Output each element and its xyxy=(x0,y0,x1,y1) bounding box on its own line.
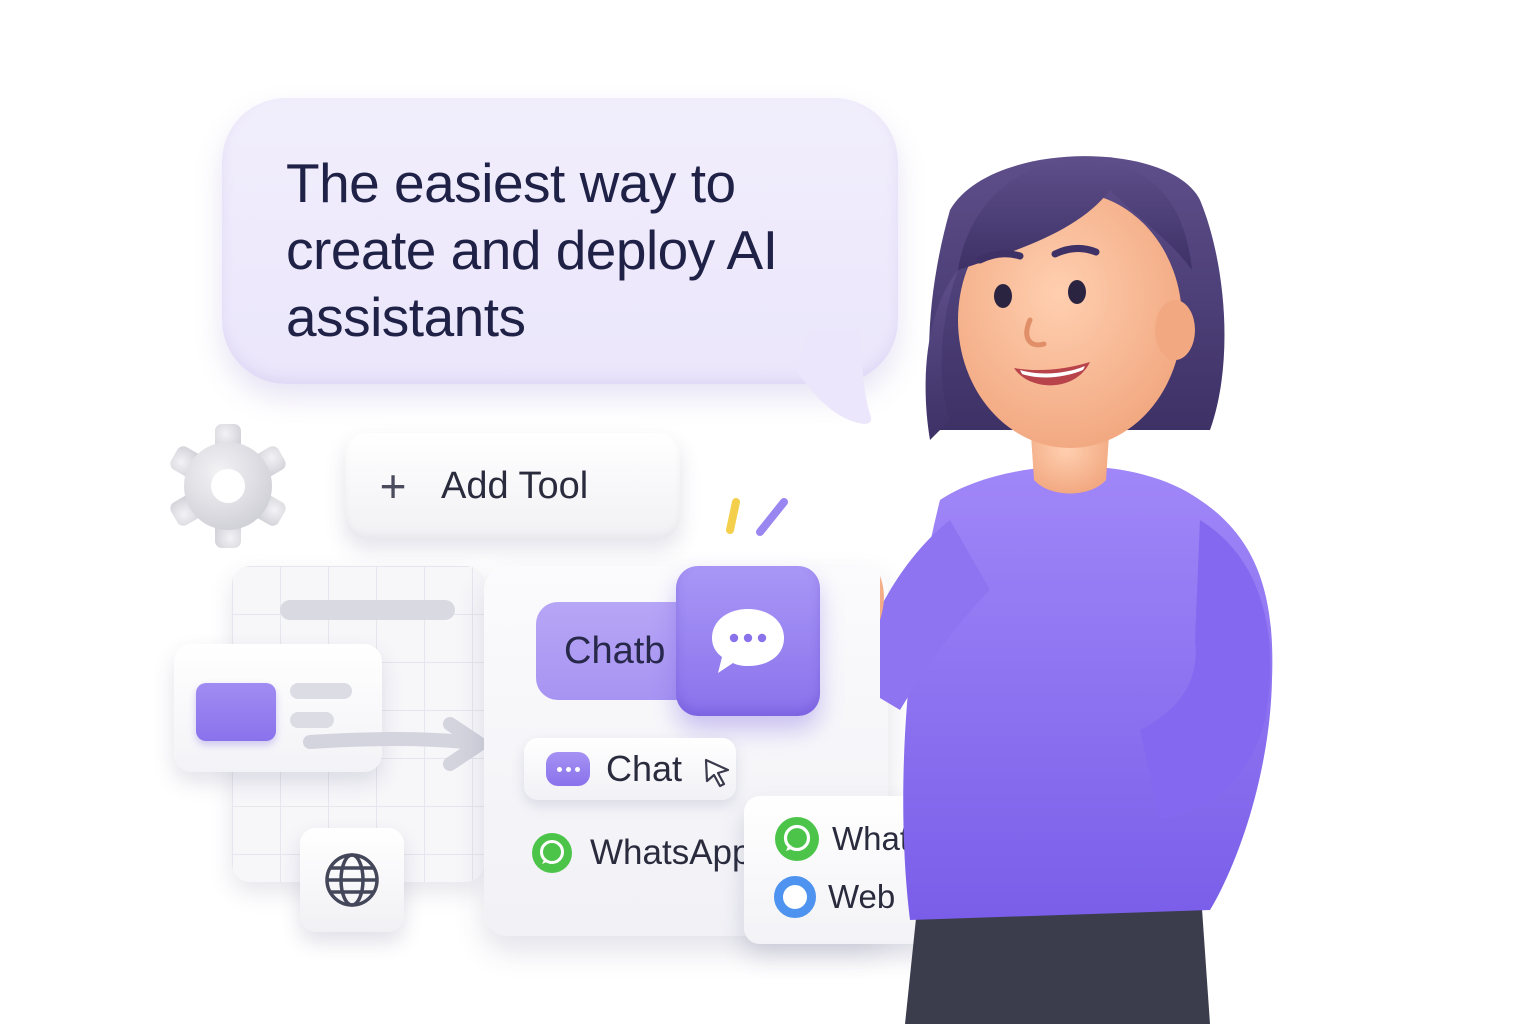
globe-button[interactable] xyxy=(300,828,404,932)
globe-icon xyxy=(325,853,379,907)
chatbot-label: Chatb xyxy=(564,629,666,672)
person-illustration xyxy=(880,156,1273,1024)
chat-dots-icon xyxy=(546,752,590,786)
flow-node-chip xyxy=(196,683,276,741)
flow-node-line xyxy=(290,683,352,699)
whatsapp-node[interactable]: WhatsApp xyxy=(530,826,751,880)
whatsapp-label: WhatsApp xyxy=(590,833,752,872)
add-tool-label: Add Tool xyxy=(441,464,589,507)
cursor-icon xyxy=(704,758,730,788)
whatsapp-icon xyxy=(532,833,572,873)
headline: The easiest way to create and deploy AI … xyxy=(286,152,778,348)
chat-label: Chat xyxy=(606,748,683,789)
web-ring-icon xyxy=(774,876,816,918)
sparkle-icon xyxy=(726,498,788,536)
gear-icon[interactable] xyxy=(164,420,292,552)
whatsapp-icon xyxy=(775,817,819,861)
arrow-right-icon xyxy=(303,717,487,771)
plus-icon: + xyxy=(379,460,407,512)
chat-bubble-icon xyxy=(712,609,784,673)
channel-web[interactable]: Web xyxy=(774,876,895,918)
chat-bubble-tile[interactable] xyxy=(676,566,820,716)
add-tool-button[interactable]: + Add Tool xyxy=(345,433,680,539)
canvas-header-bar xyxy=(280,600,455,620)
